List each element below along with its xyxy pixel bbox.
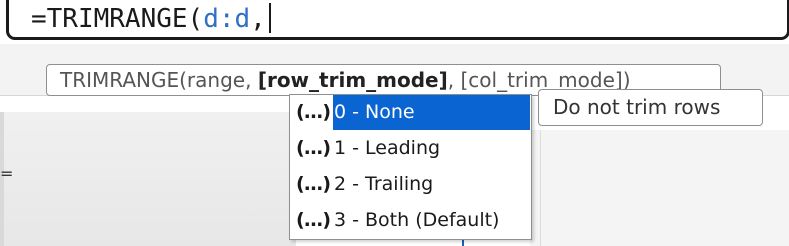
value-option-icon: (...) [296, 173, 331, 195]
list-item-none[interactable]: (...) 0 - None [290, 95, 531, 130]
value-option-icon: (...) [296, 137, 331, 159]
formula-range-reference: d:d [203, 4, 251, 34]
value-option-icon: (...) [296, 101, 331, 123]
list-item-label: 2 - Trailing [334, 173, 434, 195]
list-item-label: 1 - Leading [334, 137, 441, 159]
column-gridline [540, 130, 541, 246]
signature-current-argument: [row_trim_mode] [257, 68, 448, 92]
text-cursor [268, 3, 271, 33]
worksheet-area[interactable] [0, 112, 296, 246]
row-marker: = [0, 166, 13, 182]
formula-input[interactable]: =TRIMRANGE(d:d, [31, 2, 271, 36]
formula-function: =TRIMRANGE( [31, 4, 204, 34]
list-item-label: 3 - Both (Default) [334, 209, 500, 231]
excel-window: = =TRIMRANGE(d:d, TRIMRANGE(range, [row_… [0, 0, 789, 246]
option-description-tooltip: Do not trim rows [538, 89, 763, 126]
list-item-trailing[interactable]: (...) 2 - Trailing [290, 167, 531, 202]
list-item-leading[interactable]: (...) 1 - Leading [290, 131, 531, 166]
worksheet-area-right[interactable] [530, 130, 789, 246]
formula-separator: , [250, 4, 266, 34]
signature-start: TRIMRANGE(range, [60, 68, 258, 92]
list-item-both[interactable]: (...) 3 - Both (Default) [290, 203, 531, 238]
argument-autocomplete-list[interactable]: (...) 0 - None (...) 1 - Leading (...) 2… [289, 94, 532, 240]
list-item-label: 0 - None [334, 101, 415, 123]
value-option-icon: (...) [296, 209, 331, 231]
formula-bar[interactable]: =TRIMRANGE(d:d, [6, 0, 789, 40]
